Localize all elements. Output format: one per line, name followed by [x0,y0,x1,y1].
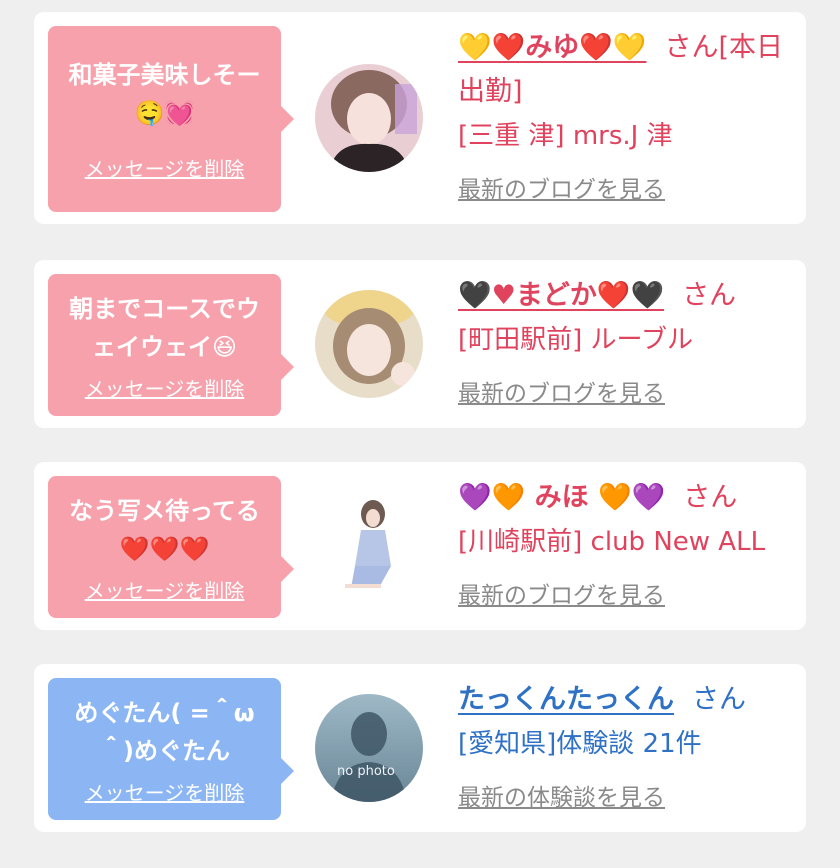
message-card: なう写メ待ってる❤️❤️❤️ メッセージを削除 💜🧡 みほ 🧡💜 さん [川崎駅前… [34,462,806,630]
avatar[interactable] [315,290,423,398]
sender-name-link[interactable]: 💛❤️みゆ❤️💛 [458,32,646,63]
latest-blog-link[interactable]: 最新のブログを見る [458,576,665,610]
sender-info: たっくんたっくん さん [愛知県]体験談 21件 [458,678,796,766]
latest-blog-link[interactable]: 最新のブログを見る [458,374,665,408]
message-card: 和菓子美味しそー🤤💓 メッセージを削除 💛❤️みゆ❤️💛 さん[本日出勤] [三重… [34,12,806,224]
delete-message-link[interactable]: メッセージを削除 [48,373,281,402]
sender-name-link[interactable]: たっくんたっくん [458,684,674,715]
sender-honorific: さん [692,684,746,715]
message-bubble: 朝までコースでウェイウェイ😆 メッセージを削除 [48,274,294,416]
sender-name-link[interactable]: 💜🧡 みほ 🧡💜 [458,482,665,513]
message-card: 朝までコースでウェイウェイ😆 メッセージを削除 🖤♥まどか❤️🖤 さん [町田駅前… [34,260,806,428]
shop-name: [町田駅前] ルーブル [458,325,693,355]
message-text: なう写メ待ってる❤️❤️❤️ [69,497,260,563]
message-text: めぐたん( =＾ω＾)めぐたん [74,699,255,765]
message-text: 朝までコースでウェイウェイ😆 [69,295,260,361]
sender-info: 💛❤️みゆ❤️💛 さん[本日出勤] [三重 津] mrs.J 津 [458,26,796,158]
sender-info: 💜🧡 みほ 🧡💜 さん [川崎駅前] club New ALL [458,476,796,564]
no-photo-label: no photo [337,764,395,779]
delete-message-link[interactable]: メッセージを削除 [48,777,281,806]
avatar[interactable] [315,64,423,172]
latest-review-link[interactable]: 最新の体験談を見る [458,778,665,812]
shop-name: [三重 津] mrs.J 津 [458,121,673,151]
delete-message-link[interactable]: メッセージを削除 [48,153,281,182]
sender-info: 🖤♥まどか❤️🖤 さん [町田駅前] ルーブル [458,274,796,362]
no-photo-avatar[interactable]: no photo [315,694,423,802]
latest-blog-link[interactable]: 最新のブログを見る [458,170,665,204]
message-bubble: めぐたん( =＾ω＾)めぐたん メッセージを削除 [48,678,294,820]
message-card: めぐたん( =＾ω＾)めぐたん メッセージを削除 no photo たっくんたっ… [34,664,806,832]
shop-name: [川崎駅前] club New ALL [458,527,766,557]
message-text: 和菓子美味しそー🤤💓 [68,61,261,127]
sender-name-link[interactable]: 🖤♥まどか❤️🖤 [458,280,664,311]
delete-message-link[interactable]: メッセージを削除 [48,575,281,604]
avatar[interactable] [315,492,423,600]
message-bubble: 和菓子美味しそー🤤💓 メッセージを削除 [48,26,294,212]
sender-honorific: さん [682,280,737,311]
message-bubble: なう写メ待ってる❤️❤️❤️ メッセージを削除 [48,476,294,618]
shop-name: [愛知県]体験談 21件 [458,729,702,759]
sender-honorific: さん [683,482,738,513]
